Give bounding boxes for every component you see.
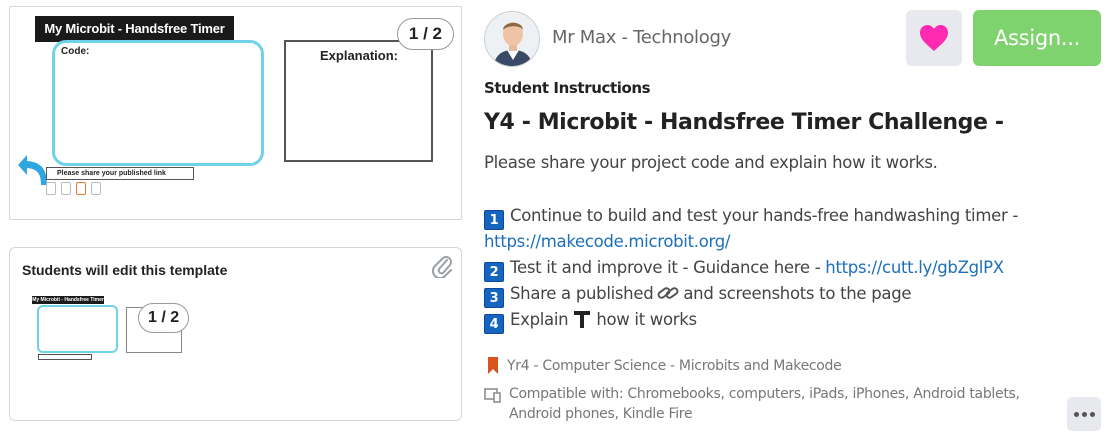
activity-preview-card[interactable]: My Microbit - Handsfree Timer Code: Expl… <box>9 6 462 220</box>
template-page-counter: 1 / 2 <box>138 303 190 333</box>
avatar[interactable] <box>484 11 540 67</box>
step-4-text-after: how it works <box>596 310 697 329</box>
step-1-link-line: https://makecode.microbit.org/ <box>484 229 1044 255</box>
step-4-text-before: Explain <box>510 310 569 329</box>
paperclip-icon <box>431 256 452 278</box>
doc-title-banner: My Microbit - Handsfree Timer <box>35 16 234 42</box>
course-name[interactable]: Yr4 - Computer Science - Microbits and M… <box>507 358 842 374</box>
explanation-label: Explanation: <box>320 48 399 63</box>
number-1-icon: 1 <box>484 210 504 230</box>
step-1-text: Continue to build and test your hands-fr… <box>510 206 1019 225</box>
step-3: 3 Share a published and screenshots to the… <box>484 281 1044 308</box>
thumb-title: My Microbit - Handsfree Timer <box>32 296 104 304</box>
thumb-code-box <box>37 305 118 353</box>
activity-title: Y4 - Microbit - Handsfree Timer Challeng… <box>484 110 1004 135</box>
guidance-link[interactable]: https://cutt.ly/gbZglPX <box>825 258 1004 277</box>
step-2-text: Test it and improve it - Guidance here - <box>510 258 826 277</box>
thumb-link-box <box>38 354 92 360</box>
mini-tool-icon <box>61 182 71 195</box>
intro-text: Please share your project code and expla… <box>484 153 938 172</box>
like-button[interactable] <box>906 10 962 66</box>
code-box-label: Code: <box>61 46 90 57</box>
explanation-box: Explanation: <box>284 40 433 162</box>
publish-link-box: Please share your published link <box>46 167 194 180</box>
number-4-icon: 4 <box>484 314 504 334</box>
step-3-text-before: Share a published <box>510 284 654 303</box>
section-label: Student Instructions <box>484 79 651 97</box>
link-icon <box>657 287 679 299</box>
step-3-text-after: and screenshots to the page <box>683 284 912 303</box>
assign-button[interactable]: Assign... <box>973 10 1101 66</box>
step-2: 2 Test it and improve it - Guidance here … <box>484 255 1044 282</box>
more-dot <box>1089 411 1095 417</box>
step-4: 4 Explain how it works <box>484 307 1044 334</box>
text-tool-icon <box>574 311 591 328</box>
avatar-person-icon <box>485 12 539 66</box>
heart-icon <box>920 25 948 51</box>
template-title: Students will edit this template <box>22 262 228 278</box>
more-dot <box>1081 411 1087 417</box>
devices-icon <box>484 388 501 403</box>
step-1: 1 Continue to build and test your hands-f… <box>484 203 1044 230</box>
mini-tool-icon <box>76 182 86 195</box>
more-dot <box>1073 411 1079 417</box>
page-counter: 1 / 2 <box>396 18 454 50</box>
author-name[interactable]: Mr Max - Technology <box>552 27 731 48</box>
number-3-icon: 3 <box>484 288 504 308</box>
instructions: Please share your project code and expla… <box>484 150 1044 334</box>
makecode-link[interactable]: https://makecode.microbit.org/ <box>484 232 730 251</box>
compatibility-text: Compatible with: Chromebooks, computers,… <box>509 386 1020 422</box>
mini-tool-icon <box>91 182 101 195</box>
bookmark-icon <box>488 357 498 374</box>
mini-tool-icons <box>46 182 101 195</box>
number-2-icon: 2 <box>484 262 504 282</box>
course-row[interactable]: Yr4 - Computer Science - Microbits and M… <box>487 357 842 374</box>
mini-tool-icon <box>46 182 56 195</box>
code-box: Code: <box>52 40 264 166</box>
more-options-button[interactable] <box>1067 397 1101 431</box>
compatibility-row: Compatible with: Chromebooks, computers,… <box>484 384 1054 424</box>
template-card[interactable]: Students will edit this template My Micr… <box>9 247 462 421</box>
